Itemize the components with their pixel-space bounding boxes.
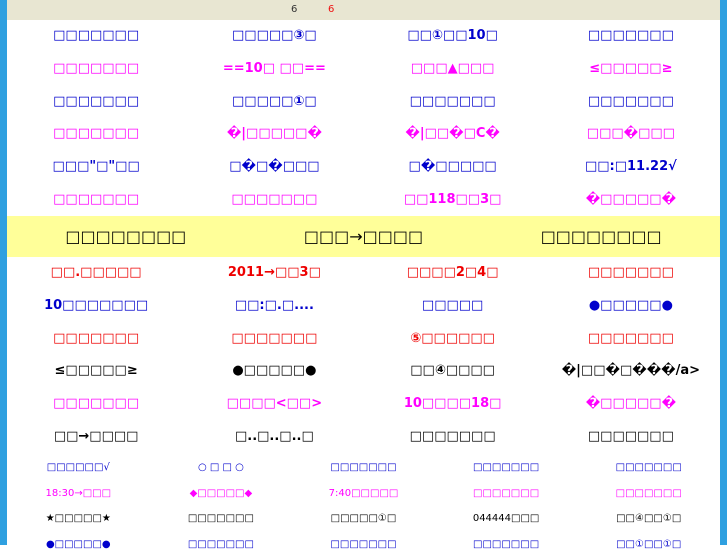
- link-item[interactable]: □�□�□□□: [185, 151, 363, 184]
- link-item[interactable]: □□①□□①□: [577, 532, 720, 557]
- link-item[interactable]: □□□"□"□□: [7, 151, 185, 184]
- link-item[interactable]: �□□□□□�: [542, 184, 720, 217]
- link-item[interactable]: □□□□□□□: [150, 506, 293, 532]
- link-item[interactable]: ●□□□□□●: [185, 355, 363, 388]
- link-item[interactable]: □□□□□□□: [7, 86, 185, 119]
- link-grid-middle: □□.□□□□□2011→□□3□□□□□2□4□□□□□□□□10□□□□□□…: [7, 257, 720, 454]
- link-item[interactable]: ★□□□□□★: [7, 506, 150, 532]
- link-item[interactable]: □□→□□□□: [7, 421, 185, 454]
- link-item[interactable]: □□□□□□□: [7, 184, 185, 217]
- right-border-strip: [720, 0, 727, 545]
- link-item[interactable]: �|□□�□���/a>: [542, 355, 720, 388]
- link-item[interactable]: □□□□2□4□: [364, 257, 542, 290]
- link-item[interactable]: □□□□□□□: [542, 257, 720, 290]
- link-item[interactable]: �|□□□□□�: [185, 118, 363, 151]
- link-item[interactable]: □□118□□3□: [364, 184, 542, 217]
- link-item[interactable]: □□□□□□□: [7, 20, 185, 53]
- link-item[interactable]: □□□□□□□: [7, 323, 185, 356]
- link-item[interactable]: □□□□□□□: [542, 323, 720, 356]
- banner-link[interactable]: □□□□□□□□: [7, 216, 245, 257]
- link-item[interactable]: ◆□□□□□◆: [150, 481, 293, 507]
- link-item[interactable]: □□□□□□□: [577, 455, 720, 481]
- link-item[interactable]: □□:□.□....: [185, 290, 363, 323]
- link-item[interactable]: □�□□□□□: [364, 151, 542, 184]
- link-item[interactable]: □..□..□..□: [185, 421, 363, 454]
- link-item[interactable]: ≤□□□□□≥: [7, 355, 185, 388]
- link-item[interactable]: □□□□□□□: [364, 421, 542, 454]
- link-item[interactable]: □□□□□□□: [150, 532, 293, 557]
- link-item[interactable]: □□④□□□□: [364, 355, 542, 388]
- link-item[interactable]: □□□□□□□: [7, 53, 185, 86]
- link-item[interactable]: □□□□□□□: [7, 388, 185, 421]
- link-item[interactable]: ●□□□□□●: [542, 290, 720, 323]
- link-item[interactable]: 2011→□□3□: [185, 257, 363, 290]
- link-item[interactable]: □□□□□□□: [185, 184, 363, 217]
- link-item[interactable]: □□.□□□□□: [7, 257, 185, 290]
- link-item[interactable]: �|□□�□C�: [364, 118, 542, 151]
- banner-link[interactable]: □□□□□□□□: [482, 216, 720, 257]
- link-item[interactable]: 10□□□□18□: [364, 388, 542, 421]
- link-item[interactable]: 044444□□□: [435, 506, 578, 532]
- link-item[interactable]: □□□□□□□: [435, 481, 578, 507]
- link-item[interactable]: □□□▲□□□: [364, 53, 542, 86]
- link-item[interactable]: □□□□□①□: [185, 86, 363, 119]
- link-item[interactable]: 7:40□□□□□: [292, 481, 435, 507]
- link-item[interactable]: □□□□□□□: [292, 532, 435, 557]
- link-item[interactable]: �□□□□□�: [542, 388, 720, 421]
- link-item[interactable]: □□□□□□□: [435, 532, 578, 557]
- top-counter-bar: 6 6: [7, 0, 720, 20]
- link-item[interactable]: □□□□□□□: [7, 118, 185, 151]
- link-item[interactable]: □□④□□①□: [577, 506, 720, 532]
- link-item[interactable]: □□□□<□□>: [185, 388, 363, 421]
- link-item[interactable]: □□□�□□□: [542, 118, 720, 151]
- left-border-strip: [0, 0, 7, 545]
- link-grid-bottom: □□□□□□√○ □ □ ○□□□□□□□□□□□□□□□□□□□□□18:30…: [7, 455, 720, 557]
- banner-link[interactable]: □□□→□□□□: [245, 216, 483, 257]
- link-item[interactable]: □□□□□□□: [292, 455, 435, 481]
- link-item[interactable]: □□□□□: [364, 290, 542, 323]
- link-item[interactable]: □□①□□10□: [364, 20, 542, 53]
- link-item[interactable]: □□□□□□√: [7, 455, 150, 481]
- link-item[interactable]: □□□□□□□: [542, 20, 720, 53]
- link-item[interactable]: 10□□□□□□□: [7, 290, 185, 323]
- link-item[interactable]: ●□□□□□●: [7, 532, 150, 557]
- counter-a: 6: [291, 0, 297, 20]
- link-item[interactable]: □□□□□□□: [542, 421, 720, 454]
- link-item[interactable]: ==10□ □□==: [185, 53, 363, 86]
- link-item[interactable]: □□□□□□□: [577, 481, 720, 507]
- link-item[interactable]: ⑤□□□□□□: [364, 323, 542, 356]
- link-item[interactable]: □□□□□③□: [185, 20, 363, 53]
- link-item[interactable]: ○ □ □ ○: [150, 455, 293, 481]
- link-item[interactable]: □□□□□□□: [542, 86, 720, 119]
- link-item[interactable]: ≤□□□□□≥: [542, 53, 720, 86]
- link-item[interactable]: □□:□11.22√: [542, 151, 720, 184]
- link-item[interactable]: □□□□□□□: [185, 323, 363, 356]
- link-item[interactable]: □□□□□①□: [292, 506, 435, 532]
- counter-b: 6: [328, 0, 334, 20]
- link-item[interactable]: □□□□□□□: [364, 86, 542, 119]
- link-item[interactable]: 18:30→□□□: [7, 481, 150, 507]
- link-grid-top: □□□□□□□□□□□□③□□□①□□10□□□□□□□□□□□□□□□==10…: [7, 20, 720, 217]
- link-item[interactable]: □□□□□□□: [435, 455, 578, 481]
- highlight-banner: □□□□□□□□□□□→□□□□□□□□□□□□: [7, 216, 720, 257]
